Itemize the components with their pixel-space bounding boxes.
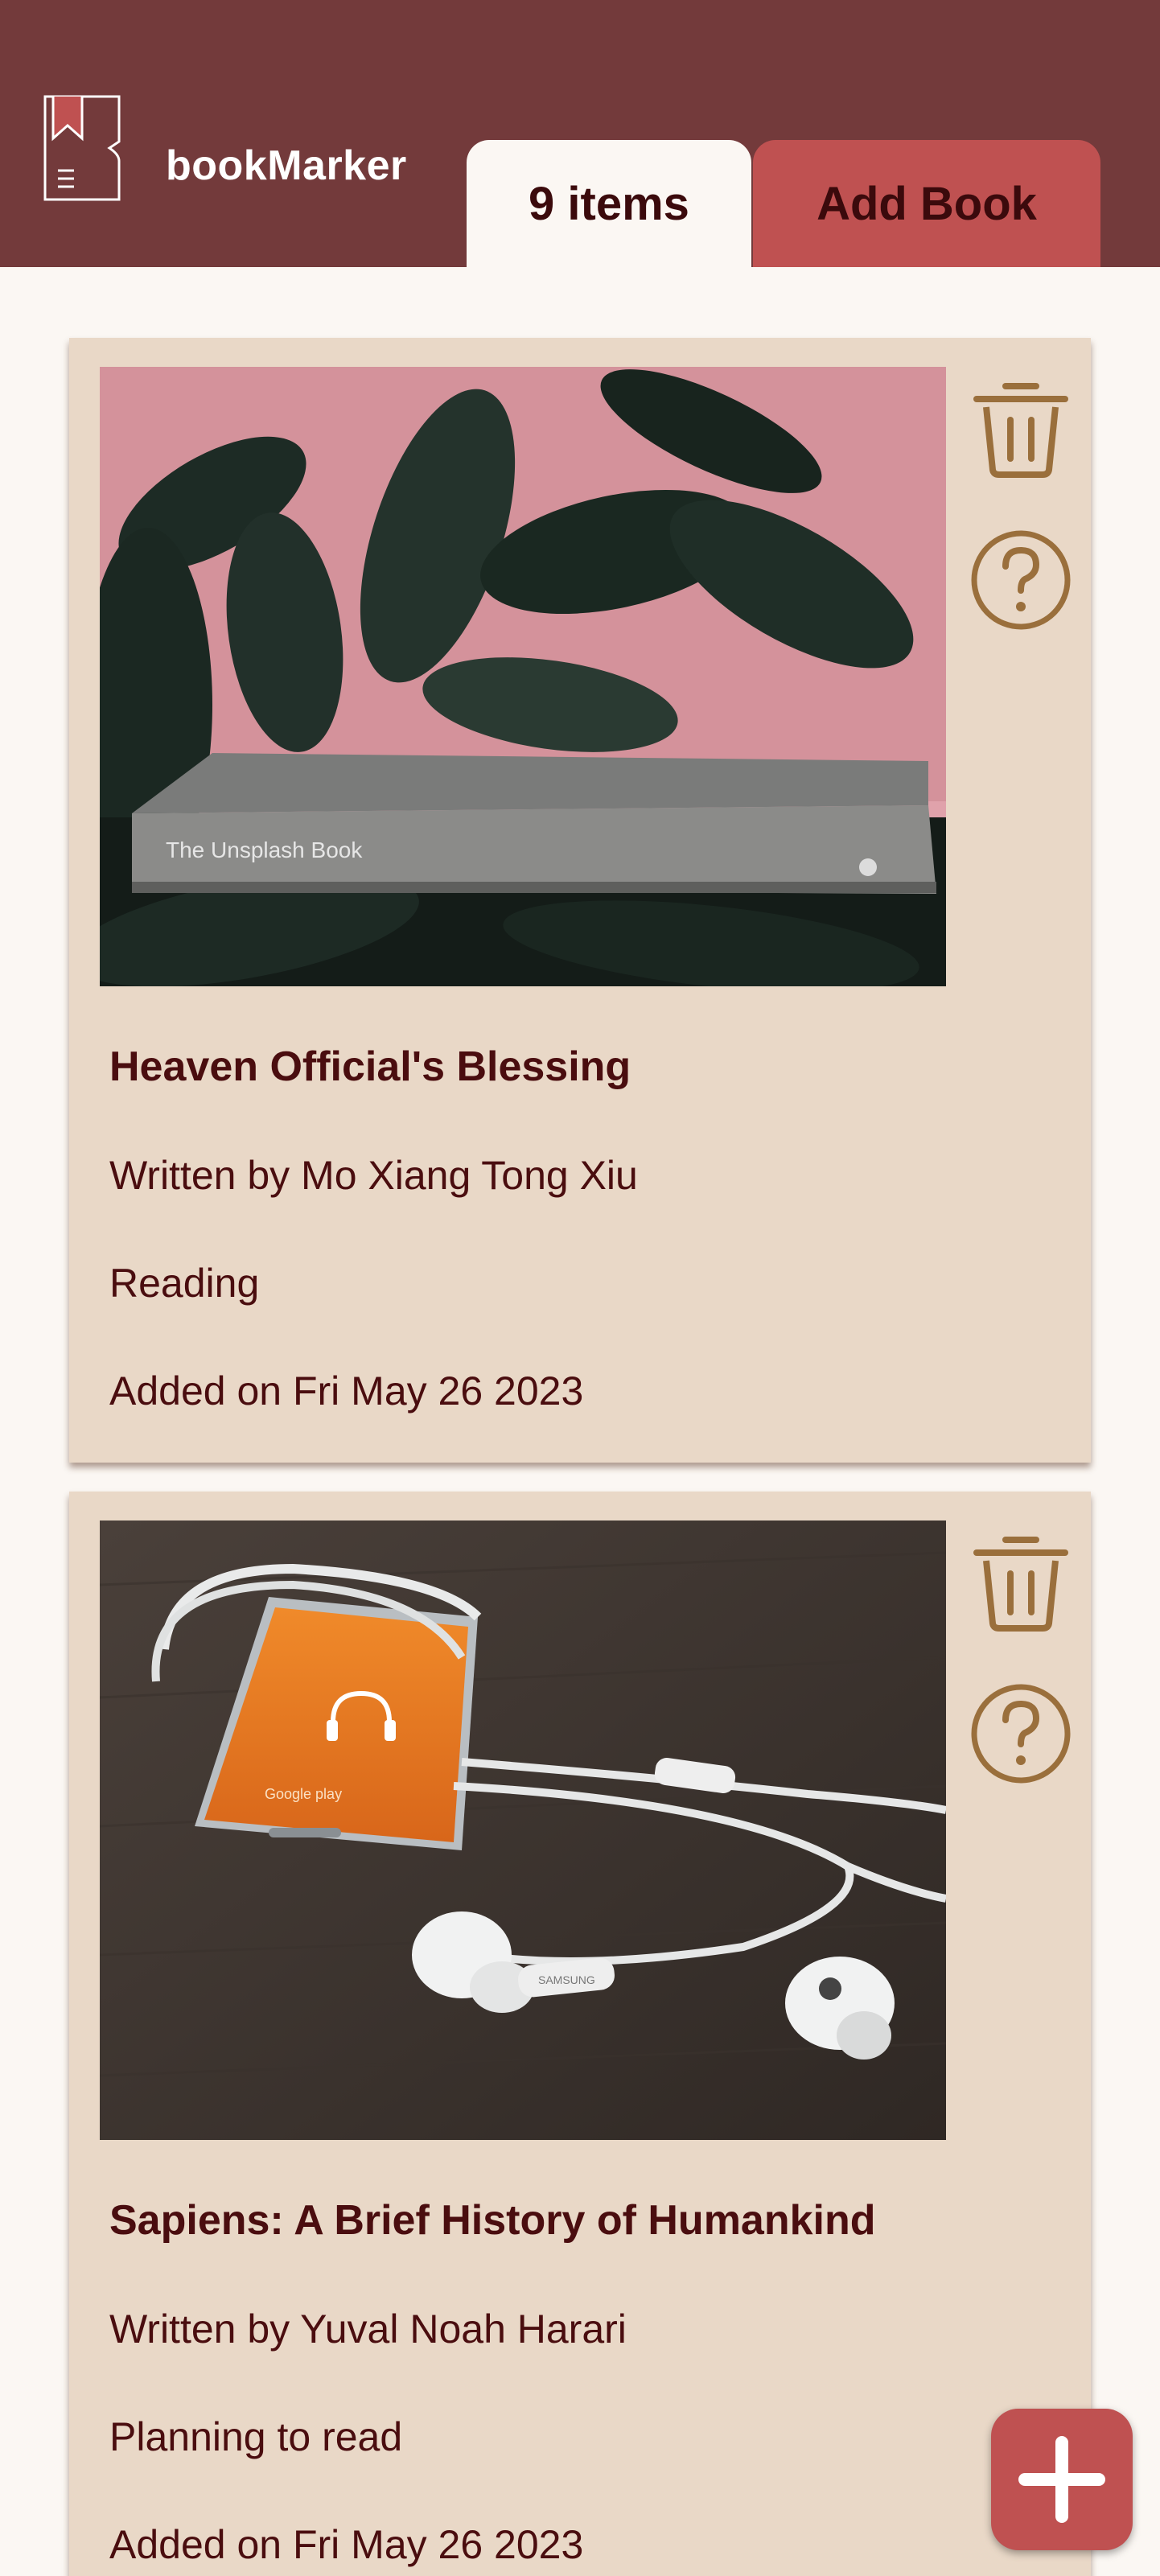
book-cover-image: The Unsplash Book (100, 367, 946, 986)
help-icon[interactable] (969, 528, 1073, 632)
book-status: Reading (109, 1261, 260, 1306)
book-added-date: Added on Fri May 26 2023 (109, 1368, 584, 1414)
trash-icon[interactable] (969, 375, 1073, 479)
book-title: Heaven Official's Blessing (109, 1043, 631, 1090)
book-author: Written by Mo Xiang Tong Xiu (109, 1153, 638, 1198)
book-added-date: Added on Fri May 26 2023 (109, 2522, 584, 2567)
app-header: bookMarker 9 items Add Book (0, 0, 1160, 267)
earbud-brand: SAMSUNG (538, 1973, 595, 1986)
book-cover-image: Google play SAMSUNG (100, 1520, 946, 2140)
trash-icon[interactable] (969, 1529, 1073, 1633)
help-icon[interactable] (969, 1681, 1073, 1786)
bookmarker-logo-icon[interactable] (42, 93, 124, 203)
book-title: Sapiens: A Brief History of Humankind (109, 2197, 876, 2244)
book-card: Google play SAMSUNG Sapiens: A Brief His… (69, 1492, 1091, 2576)
phone-screen-text: Google play (265, 1786, 342, 1802)
tab-items[interactable]: 9 items (467, 140, 751, 267)
book-author: Written by Yuval Noah Harari (109, 2306, 627, 2352)
app-name: bookMarker (166, 142, 407, 189)
add-book-fab-button[interactable] (991, 2409, 1133, 2550)
book-card: The Unsplash Book Heaven Official's Bles… (69, 338, 1091, 1463)
book-status: Planning to read (109, 2414, 403, 2459)
tab-add-book[interactable]: Add Book (753, 140, 1100, 267)
plus-icon (1018, 2436, 1105, 2523)
book-caption: The Unsplash Book (166, 837, 363, 862)
